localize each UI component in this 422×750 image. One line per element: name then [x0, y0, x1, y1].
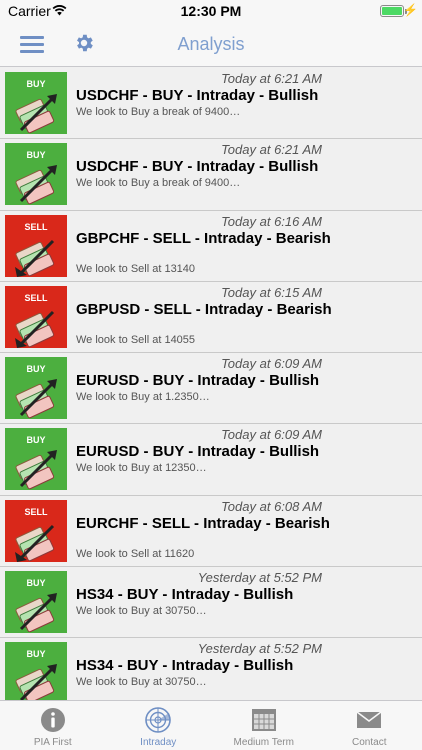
tab-label: Medium Term — [233, 737, 294, 748]
item-summary: We look to Sell at 13140 — [76, 262, 196, 275]
signal-tag: BUY — [26, 649, 46, 660]
tab-medium-term[interactable]: Medium Term — [211, 701, 317, 750]
item-date: Yesterday at 5:52 PM — [197, 641, 322, 657]
item-date: Today at 6:21 AM — [221, 142, 322, 158]
buy-signal-thumbnail: BUY — [5, 428, 67, 491]
buy-signal-thumbnail: BUY — [5, 571, 67, 634]
item-title: HS34 - BUY - Intraday - Bullish — [76, 586, 294, 604]
signal-tag: BUY — [26, 364, 46, 375]
charging-icon: ⚡ — [403, 3, 418, 17]
item-title: EURUSD - BUY - Intraday - Bullish — [76, 372, 320, 390]
list-item[interactable]: BUY Yesterday at 5:52 PM HS34 - BUY - Intr… — [0, 567, 422, 639]
item-date: Today at 6:08 AM — [221, 498, 322, 514]
item-summary: We look to Buy a break of 9400… — [76, 106, 241, 118]
envelope-icon — [356, 711, 382, 728]
sell-signal-thumbnail: SELL — [5, 285, 67, 348]
tab-label: Contact — [352, 737, 387, 748]
signal-tag: BUY — [26, 578, 46, 589]
tab-intraday[interactable]: Intraday — [106, 701, 212, 750]
item-date: Today at 6:21 AM — [221, 71, 322, 86]
list-item[interactable]: BUY Today at 6:21 AM USDCHF - BUY - Intrad… — [0, 68, 422, 140]
item-date: Today at 6:15 AM — [221, 284, 322, 300]
item-date: Yesterday at 5:52 PM — [197, 570, 322, 586]
clock-label: 12:30 PM — [180, 3, 242, 19]
item-summary: We look to Sell at 11620 — [76, 547, 195, 560]
item-title: HS34 - BUY - Intraday - Bullish — [76, 657, 294, 675]
item-summary: We look to Buy at 30750… — [76, 676, 207, 689]
signal-tag: SELL — [24, 221, 48, 232]
tab-label: Intraday — [140, 737, 177, 748]
item-date: Today at 6:09 AM — [221, 427, 322, 443]
tab-label: PIA First — [33, 737, 72, 748]
signal-tag: BUY — [26, 150, 46, 161]
list-item[interactable]: SELL Today at 6:16 AM GBPCHF - SELL - Intr… — [0, 210, 422, 282]
buy-signal-thumbnail: BUY — [5, 642, 67, 700]
item-title: USDCHF - BUY - Intraday - Bullish — [76, 158, 319, 176]
status-bar: Carrier 12:30 PM ⚡ — [0, 0, 422, 22]
page-title: Analysis — [177, 34, 245, 54]
sell-signal-thumbnail: SELL — [5, 499, 67, 562]
signal-tag: BUY — [26, 79, 46, 89]
tab-contact[interactable]: Contact — [317, 701, 422, 750]
radar-icon — [145, 707, 172, 733]
list-item[interactable]: SELL Today at 6:08 AM EURCHF - SELL - Intr… — [0, 495, 422, 568]
analysis-list: BUY Today at 6:21 AM USDCHF - BUY - Intrad… — [0, 68, 422, 700]
signal-tag: SELL — [24, 292, 48, 303]
list-item[interactable]: BUY Today at 6:09 AM EURUSD - BUY - Intrad… — [0, 353, 422, 425]
item-summary: We look to Sell at 14055 — [76, 333, 196, 346]
list-item[interactable]: BUY Yesterday at 5:52 PM HS34 - BUY - Intr… — [0, 638, 422, 700]
buy-signal-thumbnail: BUY — [5, 357, 67, 420]
list-item[interactable]: BUY Today at 6:21 AM USDCHF - BUY - Intrad… — [0, 139, 422, 211]
buy-signal-thumbnail: BUY — [5, 143, 67, 206]
navigation-bar: Analysis — [0, 22, 422, 67]
tab-pia-first[interactable]: PIA First — [0, 701, 106, 750]
item-title: GBPCHF - SELL - Intraday - Bearish — [76, 229, 331, 247]
item-date: Today at 6:16 AM — [221, 213, 322, 229]
item-title: EURCHF - SELL - Intraday - Bearish — [76, 514, 330, 532]
info-icon — [40, 708, 65, 732]
buy-signal-thumbnail: BUY — [5, 72, 67, 134]
list-item[interactable]: BUY Today at 6:09 AM EURUSD - BUY - Intrad… — [0, 424, 422, 496]
battery-icon — [380, 5, 404, 17]
item-title: GBPUSD - SELL - Intraday - Bearish — [76, 300, 332, 318]
item-summary: We look to Buy a break of 9400… — [76, 177, 241, 190]
item-title: EURUSD - BUY - Intraday - Bullish — [76, 443, 320, 461]
item-summary: We look to Buy at 1.2350… — [76, 391, 210, 404]
item-date: Today at 6:09 AM — [221, 356, 322, 372]
item-summary: We look to Buy at 30750… — [76, 605, 207, 618]
calendar-icon — [251, 709, 276, 731]
item-summary: We look to Buy at 12350… — [76, 462, 207, 475]
tab-bar: PIA First Intraday Medium Term Contact — [0, 700, 422, 750]
signal-tag: BUY — [26, 435, 46, 446]
item-title: USDCHF - BUY - Intraday - Bullish — [76, 87, 319, 104]
list-item[interactable]: SELL Today at 6:15 AM GBPUSD - SELL - Intr… — [0, 281, 422, 354]
app-screen: Carrier 12:30 PM ⚡ Analysis BUY Today at … — [0, 0, 422, 750]
sell-signal-thumbnail: SELL — [5, 214, 67, 277]
signal-tag: SELL — [24, 506, 48, 517]
